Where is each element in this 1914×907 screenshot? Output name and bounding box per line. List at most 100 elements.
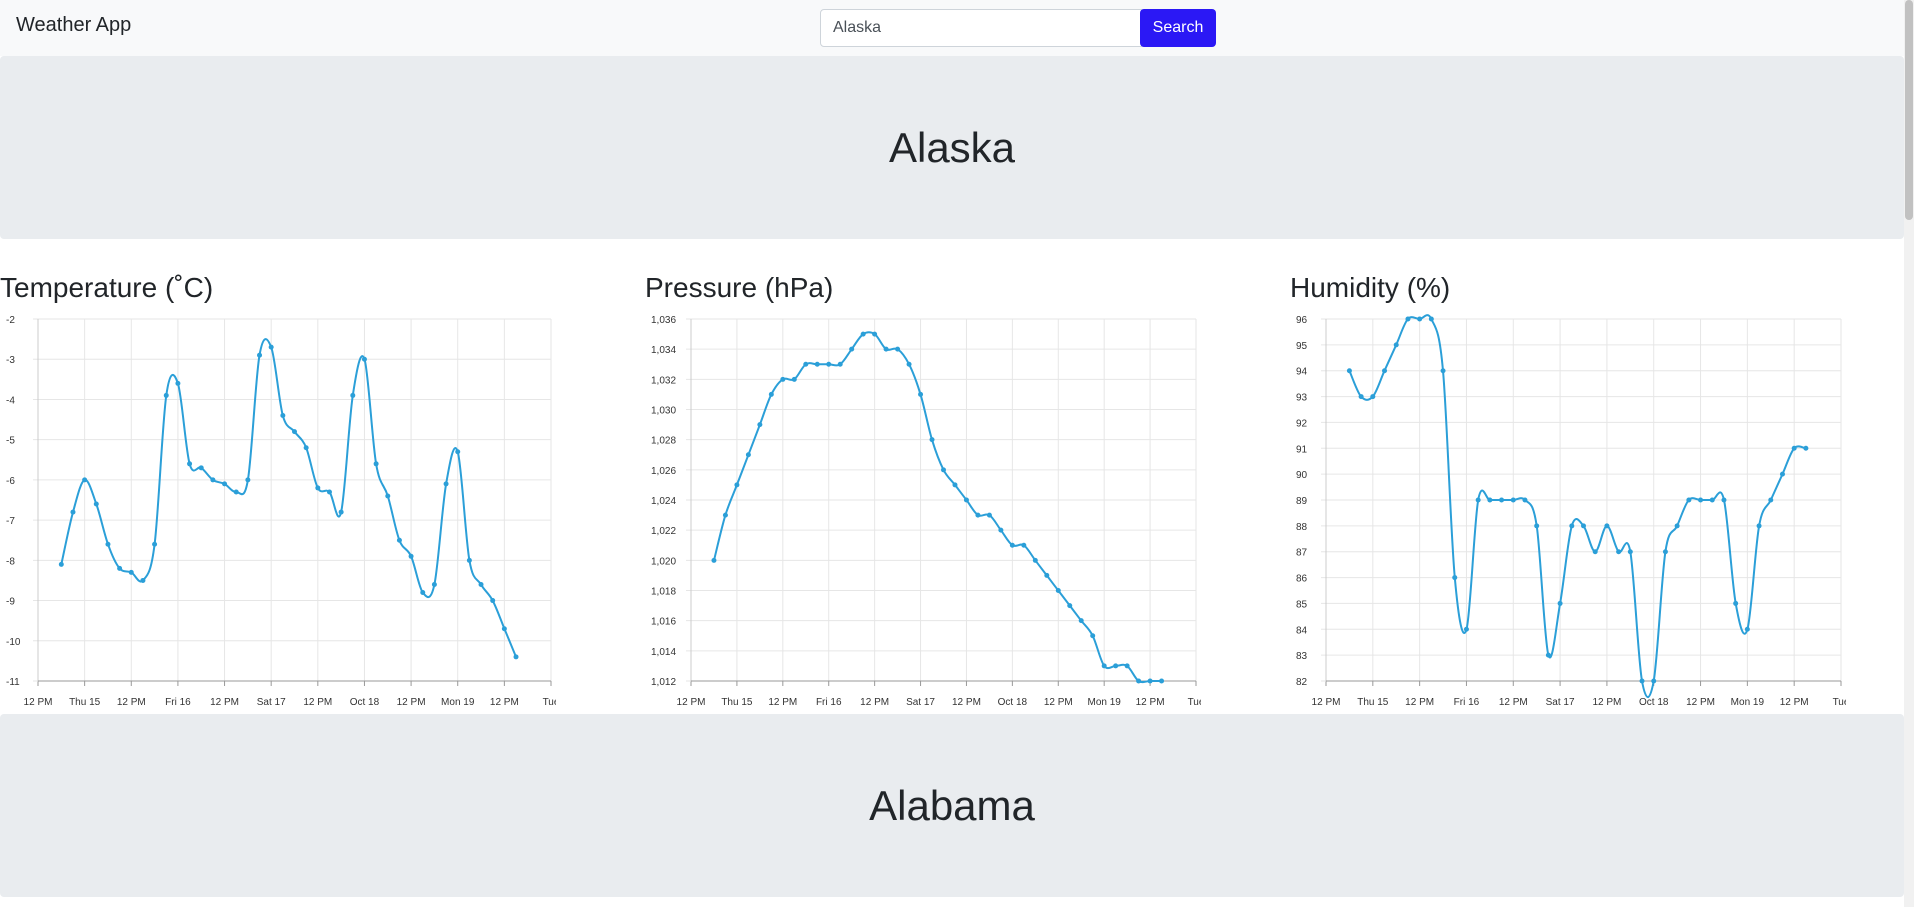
data-point[interactable] [175, 380, 181, 386]
search-input[interactable] [820, 9, 1142, 47]
data-point[interactable] [1346, 368, 1352, 374]
data-point[interactable] [187, 461, 193, 467]
data-point[interactable] [117, 565, 123, 571]
data-point[interactable] [722, 512, 728, 518]
data-point[interactable] [1803, 445, 1809, 451]
data-point[interactable] [1662, 549, 1668, 555]
data-point[interactable] [128, 569, 134, 575]
data-point[interactable] [338, 509, 344, 515]
data-point[interactable] [768, 391, 774, 397]
scrollbar-thumb[interactable] [1905, 0, 1913, 220]
data-point[interactable] [1545, 652, 1551, 658]
data-point[interactable] [1417, 316, 1423, 322]
data-point[interactable] [466, 557, 472, 563]
app-brand[interactable]: Weather App [16, 14, 131, 37]
data-point[interactable] [1009, 542, 1015, 548]
data-point[interactable] [872, 331, 878, 337]
data-point[interactable] [1428, 316, 1434, 322]
data-point[interactable] [1569, 523, 1575, 529]
data-point[interactable] [1627, 549, 1633, 555]
data-point[interactable] [292, 429, 297, 435]
data-point[interactable] [1452, 575, 1458, 581]
data-point[interactable] [860, 331, 866, 337]
data-point[interactable] [1510, 497, 1516, 503]
data-point[interactable] [1733, 600, 1739, 606]
data-point[interactable] [373, 461, 379, 467]
data-point[interactable] [1779, 471, 1785, 477]
data-point[interactable] [803, 361, 809, 367]
data-point[interactable] [268, 344, 274, 350]
data-point[interactable] [1557, 600, 1563, 606]
data-point[interactable] [58, 561, 64, 567]
data-point[interactable] [1651, 678, 1657, 684]
data-point[interactable] [315, 485, 321, 491]
data-point[interactable] [745, 452, 751, 458]
data-point[interactable] [711, 557, 717, 563]
data-point[interactable] [1113, 663, 1119, 669]
data-point[interactable] [1136, 678, 1142, 684]
data-point[interactable] [198, 465, 204, 471]
data-point[interactable] [1358, 394, 1364, 400]
data-point[interactable] [1592, 549, 1598, 555]
pressure-chart[interactable]: 12 PM Thu 15 12 PM Fri 16 12 PM Sat 17 12 PM Oc… [645, 308, 1201, 713]
data-point[interactable] [140, 577, 146, 583]
data-point[interactable] [1147, 678, 1153, 684]
data-point[interactable] [93, 501, 99, 507]
data-point[interactable] [1124, 663, 1130, 669]
data-point[interactable] [233, 489, 239, 495]
data-point[interactable] [1768, 497, 1774, 503]
data-point[interactable] [1698, 497, 1704, 503]
data-point[interactable] [1534, 523, 1540, 529]
data-point[interactable] [1639, 678, 1645, 684]
data-point[interactable] [408, 553, 414, 559]
data-point[interactable] [1440, 368, 1446, 374]
data-point[interactable] [152, 541, 158, 547]
data-point[interactable] [757, 422, 763, 428]
data-point[interactable] [163, 392, 169, 398]
data-point[interactable] [963, 497, 969, 503]
data-point[interactable] [1522, 497, 1528, 503]
humidity-chart[interactable]: 12 PM Thu 15 12 PM Fri 16 12 PM Sat 17 12 PM Oc… [1290, 308, 1846, 713]
data-point[interactable] [1021, 542, 1027, 548]
data-point[interactable] [396, 537, 402, 543]
data-point[interactable] [420, 590, 426, 596]
data-point[interactable] [1078, 618, 1084, 624]
data-point[interactable] [1090, 633, 1096, 639]
data-point[interactable] [1101, 663, 1107, 669]
data-point[interactable] [1791, 445, 1797, 451]
data-point[interactable] [443, 481, 449, 487]
data-point[interactable] [1055, 588, 1061, 593]
data-point[interactable] [210, 477, 216, 483]
data-point[interactable] [501, 626, 507, 632]
data-point[interactable] [1487, 497, 1493, 503]
data-point[interactable] [303, 445, 309, 451]
data-point[interactable] [986, 512, 992, 518]
data-point[interactable] [998, 527, 1004, 533]
data-point[interactable] [1475, 497, 1481, 503]
data-point[interactable] [513, 654, 519, 660]
data-point[interactable] [1604, 523, 1610, 529]
data-point[interactable] [478, 581, 484, 587]
data-point[interactable] [350, 392, 356, 398]
data-point[interactable] [734, 482, 740, 488]
data-point[interactable] [1159, 678, 1165, 684]
data-point[interactable] [1463, 626, 1469, 632]
data-point[interactable] [975, 512, 981, 518]
data-point[interactable] [1370, 394, 1376, 400]
data-point[interactable] [1499, 497, 1505, 503]
data-point[interactable] [895, 346, 901, 352]
data-point[interactable] [780, 376, 786, 382]
data-point[interactable] [1032, 557, 1038, 563]
data-point[interactable] [455, 449, 461, 455]
data-point[interactable] [952, 482, 958, 488]
data-point[interactable] [1044, 572, 1050, 578]
data-point[interactable] [837, 361, 843, 367]
data-point[interactable] [1616, 549, 1622, 555]
data-point[interactable] [105, 541, 111, 547]
data-point[interactable] [941, 467, 946, 473]
data-point[interactable] [361, 356, 367, 362]
data-point[interactable] [1405, 316, 1411, 322]
temperature-chart[interactable]: 12 PM Thu 15 12 PM Fri 16 12 PM Sat 17 12 PM Oc… [0, 308, 556, 713]
data-point[interactable] [1721, 497, 1727, 503]
data-point[interactable] [814, 361, 820, 367]
